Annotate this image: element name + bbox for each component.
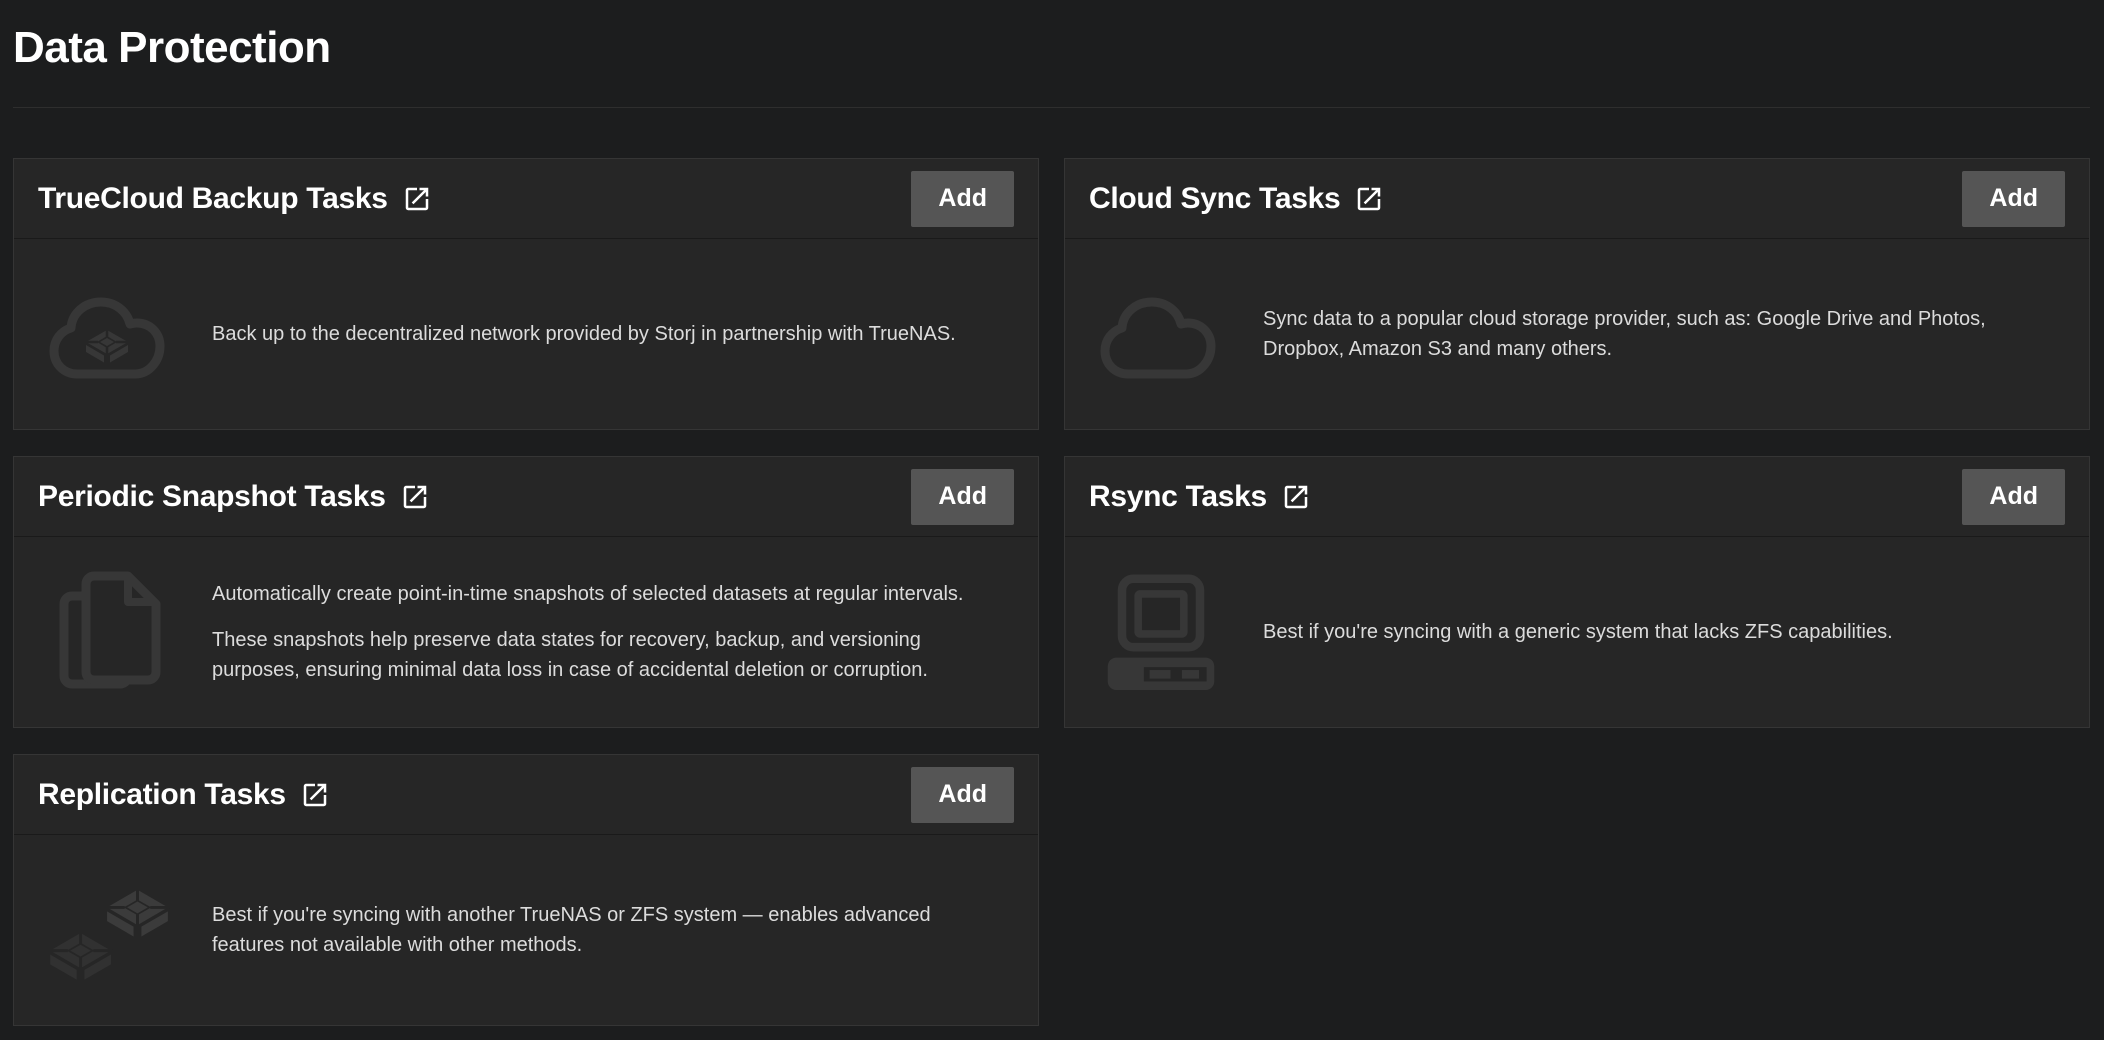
card-cloud-sync-tasks: Cloud Sync Tasks Add Sync data to a popu… [1064, 158, 2090, 430]
replication-cubes-icon [48, 878, 172, 982]
card-description: Best if you're syncing with another True… [212, 900, 998, 960]
add-rsync-button[interactable]: Add [1962, 469, 2065, 525]
external-link-icon [400, 482, 430, 512]
card-truecloud-backup-tasks: TrueCloud Backup Tasks Add [13, 158, 1039, 430]
cards-grid: TrueCloud Backup Tasks Add [13, 158, 2090, 1026]
card-title-text: Cloud Sync Tasks [1089, 182, 1340, 216]
title-divider [13, 107, 2090, 108]
card-header: Periodic Snapshot Tasks Add [14, 457, 1038, 537]
card-description: Best if you're syncing with a generic sy… [1263, 617, 1893, 647]
card-title-text: TrueCloud Backup Tasks [38, 182, 388, 216]
card-body: Best if you're syncing with another True… [14, 835, 1038, 1025]
external-link-icon [1281, 482, 1311, 512]
snapshot-documents-icon [48, 570, 172, 694]
card-description: Automatically create point-in-time snaps… [212, 579, 998, 685]
rsync-tasks-link[interactable]: Rsync Tasks [1089, 480, 1311, 514]
card-periodic-snapshot-tasks: Periodic Snapshot Tasks Add Automaticall… [13, 456, 1039, 728]
add-cloud-sync-button[interactable]: Add [1962, 171, 2065, 227]
card-rsync-tasks: Rsync Tasks Add Best [1064, 456, 2090, 728]
external-link-icon [300, 780, 330, 810]
card-description: Sync data to a popular cloud storage pro… [1263, 304, 2049, 364]
card-description: Back up to the decentralized network pro… [212, 319, 956, 349]
card-replication-tasks: Replication Tasks Add [13, 754, 1039, 1026]
card-header: Rsync Tasks Add [1065, 457, 2089, 537]
storj-cloud-icon [48, 286, 172, 382]
replication-tasks-link[interactable]: Replication Tasks [38, 778, 330, 812]
external-link-icon [402, 184, 432, 214]
card-header: TrueCloud Backup Tasks Add [14, 159, 1038, 239]
page-title: Data Protection [13, 22, 2090, 74]
add-replication-button[interactable]: Add [911, 767, 1014, 823]
add-periodic-snapshot-button[interactable]: Add [911, 469, 1014, 525]
cloud-sync-tasks-link[interactable]: Cloud Sync Tasks [1089, 182, 1384, 216]
card-body: Best if you're syncing with a generic sy… [1065, 537, 2089, 727]
cloud-icon [1099, 286, 1223, 382]
external-link-icon [1354, 184, 1384, 214]
card-header: Cloud Sync Tasks Add [1065, 159, 2089, 239]
computer-icon [1099, 574, 1223, 690]
card-title-text: Rsync Tasks [1089, 480, 1267, 514]
card-title-text: Replication Tasks [38, 778, 286, 812]
add-truecloud-backup-button[interactable]: Add [911, 171, 1014, 227]
card-body: Automatically create point-in-time snaps… [14, 537, 1038, 727]
card-body: Sync data to a popular cloud storage pro… [1065, 239, 2089, 429]
truecloud-backup-tasks-link[interactable]: TrueCloud Backup Tasks [38, 182, 432, 216]
data-protection-page: Data Protection TrueCloud Backup Tasks A… [0, 0, 2104, 1040]
card-body: Back up to the decentralized network pro… [14, 239, 1038, 429]
card-title-text: Periodic Snapshot Tasks [38, 480, 386, 514]
card-header: Replication Tasks Add [14, 755, 1038, 835]
periodic-snapshot-tasks-link[interactable]: Periodic Snapshot Tasks [38, 480, 430, 514]
